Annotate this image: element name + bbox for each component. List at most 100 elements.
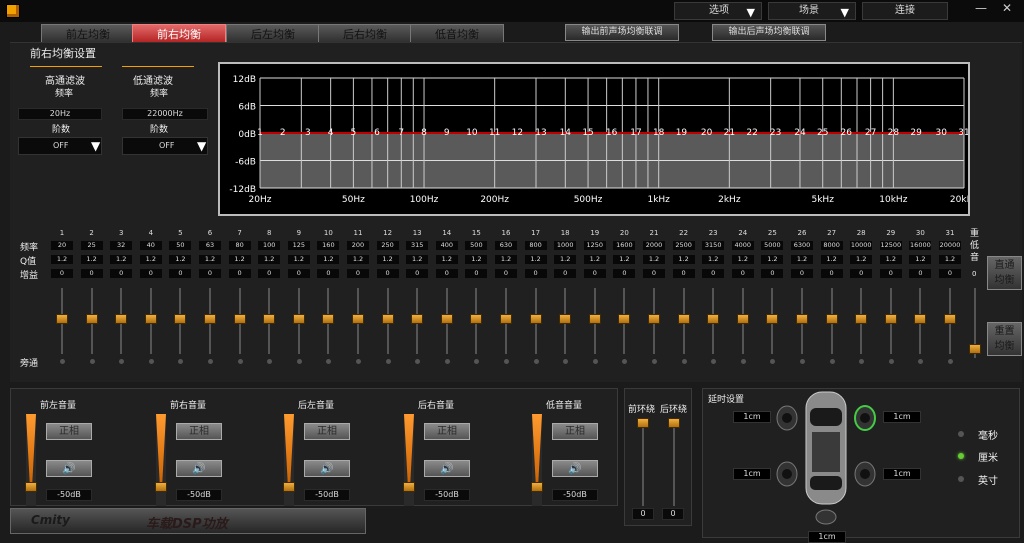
eq-band-gain[interactable]: 0 [406, 269, 429, 278]
eq-band-slider-knob[interactable] [677, 314, 690, 324]
channel-volume-knob[interactable] [531, 482, 543, 492]
eq-band-q[interactable]: 1.2 [909, 255, 932, 264]
eq-band-freq[interactable]: 1600 [613, 241, 636, 250]
eq-band-q[interactable]: 1.2 [820, 255, 843, 264]
rear-link-button[interactable]: 输出后声场均衡联调 [712, 24, 826, 41]
eq-band-q[interactable]: 1.2 [939, 255, 961, 264]
eq-response-graph[interactable]: 12dB 6dB 0dB -6dB -12dB 20Hz 50Hz 100Hz 200Hz 500… [218, 62, 978, 216]
eq-band-slider-knob[interactable] [144, 314, 157, 324]
eq-band-freq[interactable]: 40 [139, 241, 162, 250]
eq-band-gain[interactable]: 0 [761, 269, 784, 278]
eq-band-slider-knob[interactable] [618, 314, 631, 324]
eq-bypass-dot[interactable] [829, 359, 835, 364]
eq-band-q[interactable]: 1.2 [672, 255, 695, 264]
lp-order-dropdown[interactable]: OFF ▼ [122, 137, 208, 155]
eq-bypass-dot[interactable] [888, 359, 894, 364]
tab-subwoofer[interactable]: 低音均衡 [410, 24, 504, 43]
eq-bypass-dot[interactable] [652, 359, 657, 364]
channel-phase-button[interactable]: 正相 [304, 423, 350, 440]
eq-band-slider-knob[interactable] [470, 314, 483, 324]
eq-band-slider-knob[interactable] [440, 314, 453, 324]
eq-band-gain[interactable]: 0 [879, 269, 902, 278]
eq-band-slider-knob[interactable] [352, 314, 364, 324]
eq-band-freq[interactable]: 3150 [702, 241, 725, 250]
eq-band-gain[interactable]: 0 [820, 269, 843, 278]
eq-band-freq[interactable]: 2500 [672, 241, 695, 250]
eq-band-gain[interactable]: 0 [317, 269, 340, 278]
eq-bypass-dot[interactable] [208, 359, 213, 364]
speaker-mute-icon[interactable]: 🔊 [424, 460, 470, 477]
front-link-button[interactable]: 输出前声场均衡联调 [565, 24, 679, 41]
eq-band-gain[interactable]: 0 [258, 269, 281, 278]
eq-band-q[interactable]: 1.2 [51, 255, 73, 264]
eq-band-q[interactable]: 1.2 [613, 255, 636, 264]
eq-band-gain[interactable]: 0 [643, 269, 665, 278]
eq-band-gain[interactable]: 0 [199, 269, 221, 278]
eq-band-freq[interactable]: 800 [524, 241, 547, 250]
eq-band-gain[interactable]: 0 [287, 269, 310, 278]
eq-bypass-dot[interactable] [681, 359, 687, 364]
eq-band-freq[interactable]: 25 [80, 241, 103, 250]
eq-band-freq[interactable]: 250 [376, 241, 399, 250]
tab-rear-left[interactable]: 后左均衡 [226, 24, 320, 43]
eq-band-gain[interactable]: 0 [228, 269, 251, 278]
eq-band-slider-knob[interactable] [884, 314, 897, 324]
eq-bypass-dot[interactable] [356, 359, 361, 364]
eq-band-gain[interactable]: 0 [554, 269, 577, 278]
direct-eq-button[interactable]: 直通 均衡 [987, 256, 1022, 290]
eq-band-q[interactable]: 1.2 [583, 255, 606, 264]
eq-band-freq[interactable]: 6300 [791, 241, 813, 250]
close-button[interactable]: ✕ [1002, 1, 1012, 15]
tab-front-left[interactable]: 前左均衡 [41, 24, 135, 43]
eq-band-gain[interactable]: 0 [731, 269, 754, 278]
eq-band-gain[interactable]: 0 [139, 269, 162, 278]
eq-band-freq[interactable]: 4000 [731, 241, 754, 250]
eq-band-slider-knob[interactable] [263, 314, 276, 324]
eq-bypass-dot[interactable] [237, 359, 243, 364]
eq-band-slider-knob[interactable] [796, 314, 808, 324]
eq-band-freq[interactable]: 400 [435, 241, 458, 250]
eq-bypass-dot[interactable] [948, 359, 953, 364]
eq-bypass-dot[interactable] [444, 359, 450, 364]
eq-band-slider-knob[interactable] [500, 314, 512, 324]
eq-band-q[interactable]: 1.2 [791, 255, 813, 264]
eq-band-gain[interactable]: 0 [939, 269, 961, 278]
eq-band-gain[interactable]: 0 [347, 269, 369, 278]
eq-band-slider-knob[interactable] [736, 314, 749, 324]
eq-bypass-dot[interactable] [60, 359, 65, 364]
eq-band-freq[interactable]: 50 [169, 241, 192, 250]
eq-band-q[interactable]: 1.2 [139, 255, 162, 264]
eq-bypass-dot[interactable] [592, 359, 598, 364]
eq-band-gain[interactable]: 0 [80, 269, 103, 278]
eq-band-freq[interactable]: 315 [406, 241, 429, 250]
speaker-mute-icon[interactable]: 🔊 [46, 460, 92, 477]
eq-band-slider-knob[interactable] [204, 314, 216, 324]
eq-band-q[interactable]: 1.2 [376, 255, 399, 264]
eq-bypass-dot[interactable] [533, 359, 539, 364]
radio-in[interactable] [958, 476, 964, 482]
eq-band-gain[interactable]: 0 [110, 269, 133, 278]
hp-freq-value[interactable]: 20Hz [18, 108, 102, 120]
eq-band-gain[interactable]: 0 [169, 269, 192, 278]
speaker-mute-icon[interactable]: 🔊 [176, 460, 222, 477]
eq-band-slider-knob[interactable] [944, 314, 956, 324]
eq-band-gain[interactable]: 0 [909, 269, 932, 278]
eq-band-slider-knob[interactable] [56, 314, 68, 324]
eq-band-gain[interactable]: 0 [583, 269, 606, 278]
eq-band-gain[interactable]: 0 [435, 269, 458, 278]
eq-band-q[interactable]: 1.2 [850, 255, 873, 264]
eq-band-q[interactable]: 1.2 [761, 255, 784, 264]
eq-band-slider-knob[interactable] [233, 314, 246, 324]
eq-band-freq[interactable]: 80 [228, 241, 251, 250]
delay-rl[interactable]: 1cm [733, 468, 771, 480]
eq-band-gain[interactable]: 0 [702, 269, 725, 278]
eq-band-gain[interactable]: 0 [850, 269, 873, 278]
eq-band-slider-knob[interactable] [115, 314, 128, 324]
options-dropdown[interactable]: 选项 ▼ [674, 2, 762, 20]
radio-ms[interactable] [958, 431, 964, 437]
rear-surround-track[interactable] [673, 418, 675, 506]
eq-band-q[interactable]: 1.2 [702, 255, 725, 264]
eq-band-freq[interactable]: 10000 [850, 241, 873, 250]
eq-band-q[interactable]: 1.2 [317, 255, 340, 264]
eq-band-q[interactable]: 1.2 [169, 255, 192, 264]
